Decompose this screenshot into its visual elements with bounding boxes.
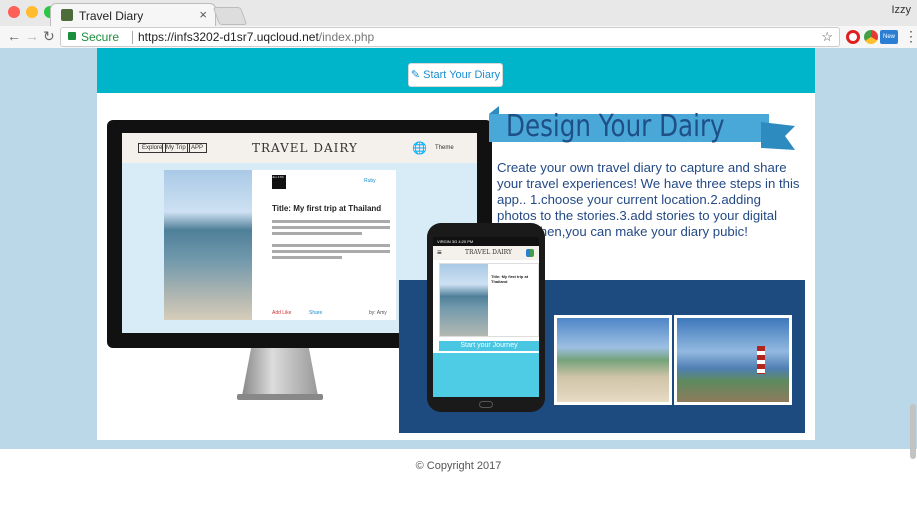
profile-name[interactable]: Izzy <box>891 4 911 16</box>
monitor-logo: TRAVEL DAIRY <box>252 141 358 155</box>
minimize-window-button[interactable] <box>26 6 38 18</box>
start-diary-label: Start Your Diary <box>423 69 501 81</box>
phone-post-card: Title: My first trip at Thailand <box>439 263 539 337</box>
lock-icon <box>68 32 76 40</box>
copyright: © Copyright 2017 <box>415 460 502 472</box>
monitor-date: Jun 17th <box>272 175 286 189</box>
monitor-by: by: Amy <box>369 310 387 316</box>
divider <box>132 31 133 44</box>
forward-arrow-icon[interactable]: → <box>25 28 39 44</box>
tab-travel-diary[interactable]: Travel Diary × <box>50 3 216 27</box>
favicon-icon <box>61 9 73 21</box>
monitor-nav: Explore My Trip APP TRAVEL DAIRY 🌐 Theme <box>122 133 477 163</box>
globe-icon: 🌐 <box>412 141 427 155</box>
address-bar[interactable]: Secure https://infs3202-d1sr7.uqcloud.ne… <box>60 27 840 47</box>
phone-home-button <box>479 401 493 408</box>
back-arrow-icon[interactable]: ← <box>7 28 21 44</box>
url-text[interactable]: https://infs3202-d1sr7.uqcloud.net/index… <box>138 30 374 44</box>
phone-status: VIRGIN 3G 4:20 PM <box>433 237 539 246</box>
tab-close-button[interactable]: × <box>199 7 207 22</box>
phone-beach-photo <box>440 264 488 336</box>
banner-title: Design Your Dairy <box>506 109 725 144</box>
address-row: ← → ↻ Secure https://infs3202-d1sr7.uqcl… <box>0 26 917 48</box>
monitor-post-card: Jun 17th Ruby Title: My first trip at Th… <box>164 170 396 320</box>
text-line <box>272 250 390 253</box>
banner: Design Your Dairy <box>489 107 789 155</box>
lighthouse-icon <box>757 346 765 374</box>
start-diary-button[interactable]: ✎ Start Your Diary <box>408 63 503 87</box>
phone-journey-button: Start your Journey <box>439 341 539 351</box>
text-line <box>272 256 342 259</box>
new-ext-icon[interactable]: New <box>880 30 898 44</box>
bookmark-star-icon[interactable]: ☆ <box>821 29 833 45</box>
apps-icon <box>526 249 534 257</box>
monitor-share: Share <box>309 310 323 316</box>
new-tab-button[interactable] <box>212 7 248 25</box>
page-background: ✎ Start Your Diary Explore My Trip APP T… <box>0 48 917 507</box>
hamburger-icon: ≡ <box>437 248 442 257</box>
lighthouse-photo <box>674 315 792 405</box>
monitor-foot <box>237 394 323 400</box>
menu-dots-icon[interactable]: ⋮ <box>904 28 917 45</box>
monitor-nav-mytrip: My Trip <box>162 143 190 153</box>
monitor-like: Add Like <box>272 310 292 316</box>
close-window-button[interactable] <box>8 6 20 18</box>
text-line <box>272 244 390 247</box>
browser-chrome: Travel Diary × Izzy ← → ↻ Secure https:/… <box>0 0 917 48</box>
url-host: https://infs3202-d1sr7.uqcloud.net <box>138 30 319 44</box>
monitor-post-title: Title: My first trip at Thailand <box>272 204 382 213</box>
text-line <box>272 232 362 235</box>
beach-photo <box>164 170 252 320</box>
description: Create your own travel diary to capture … <box>497 160 800 239</box>
monitor-theme: Theme <box>435 145 454 151</box>
phone-screen: VIRGIN 3G 4:20 PM ≡ TRAVEL DAIRY Title: … <box>433 237 539 397</box>
monitor-stand <box>242 348 318 396</box>
secure-label: Secure <box>81 30 120 44</box>
tab-title: Travel Diary <box>79 9 144 23</box>
content-panel: ✎ Start Your Diary Explore My Trip APP T… <box>97 48 815 440</box>
phone-post-title: Title: My first trip at Thailand <box>491 274 529 284</box>
chrome-ext-icon[interactable] <box>864 30 878 44</box>
url-path: /index.php <box>318 30 375 44</box>
text-line <box>272 220 390 223</box>
footer: © Copyright 2017 <box>0 449 917 507</box>
hero-bar: ✎ Start Your Diary <box>97 48 815 93</box>
reload-icon[interactable]: ↻ <box>43 28 55 45</box>
phone-logo: TRAVEL DAIRY <box>465 249 512 256</box>
phone-bottom-area <box>433 353 539 397</box>
monitor-nav-app: APP <box>187 143 208 153</box>
beach-people-photo <box>554 315 672 405</box>
scrollbar-thumb[interactable] <box>910 404 916 459</box>
phone-header: ≡ TRAVEL DAIRY <box>433 246 539 260</box>
monitor-ruby: Ruby <box>364 178 376 184</box>
opera-icon[interactable] <box>846 30 860 44</box>
phone-mockup: VIRGIN 3G 4:20 PM ≡ TRAVEL DAIRY Title: … <box>427 223 545 412</box>
text-line <box>272 226 390 229</box>
